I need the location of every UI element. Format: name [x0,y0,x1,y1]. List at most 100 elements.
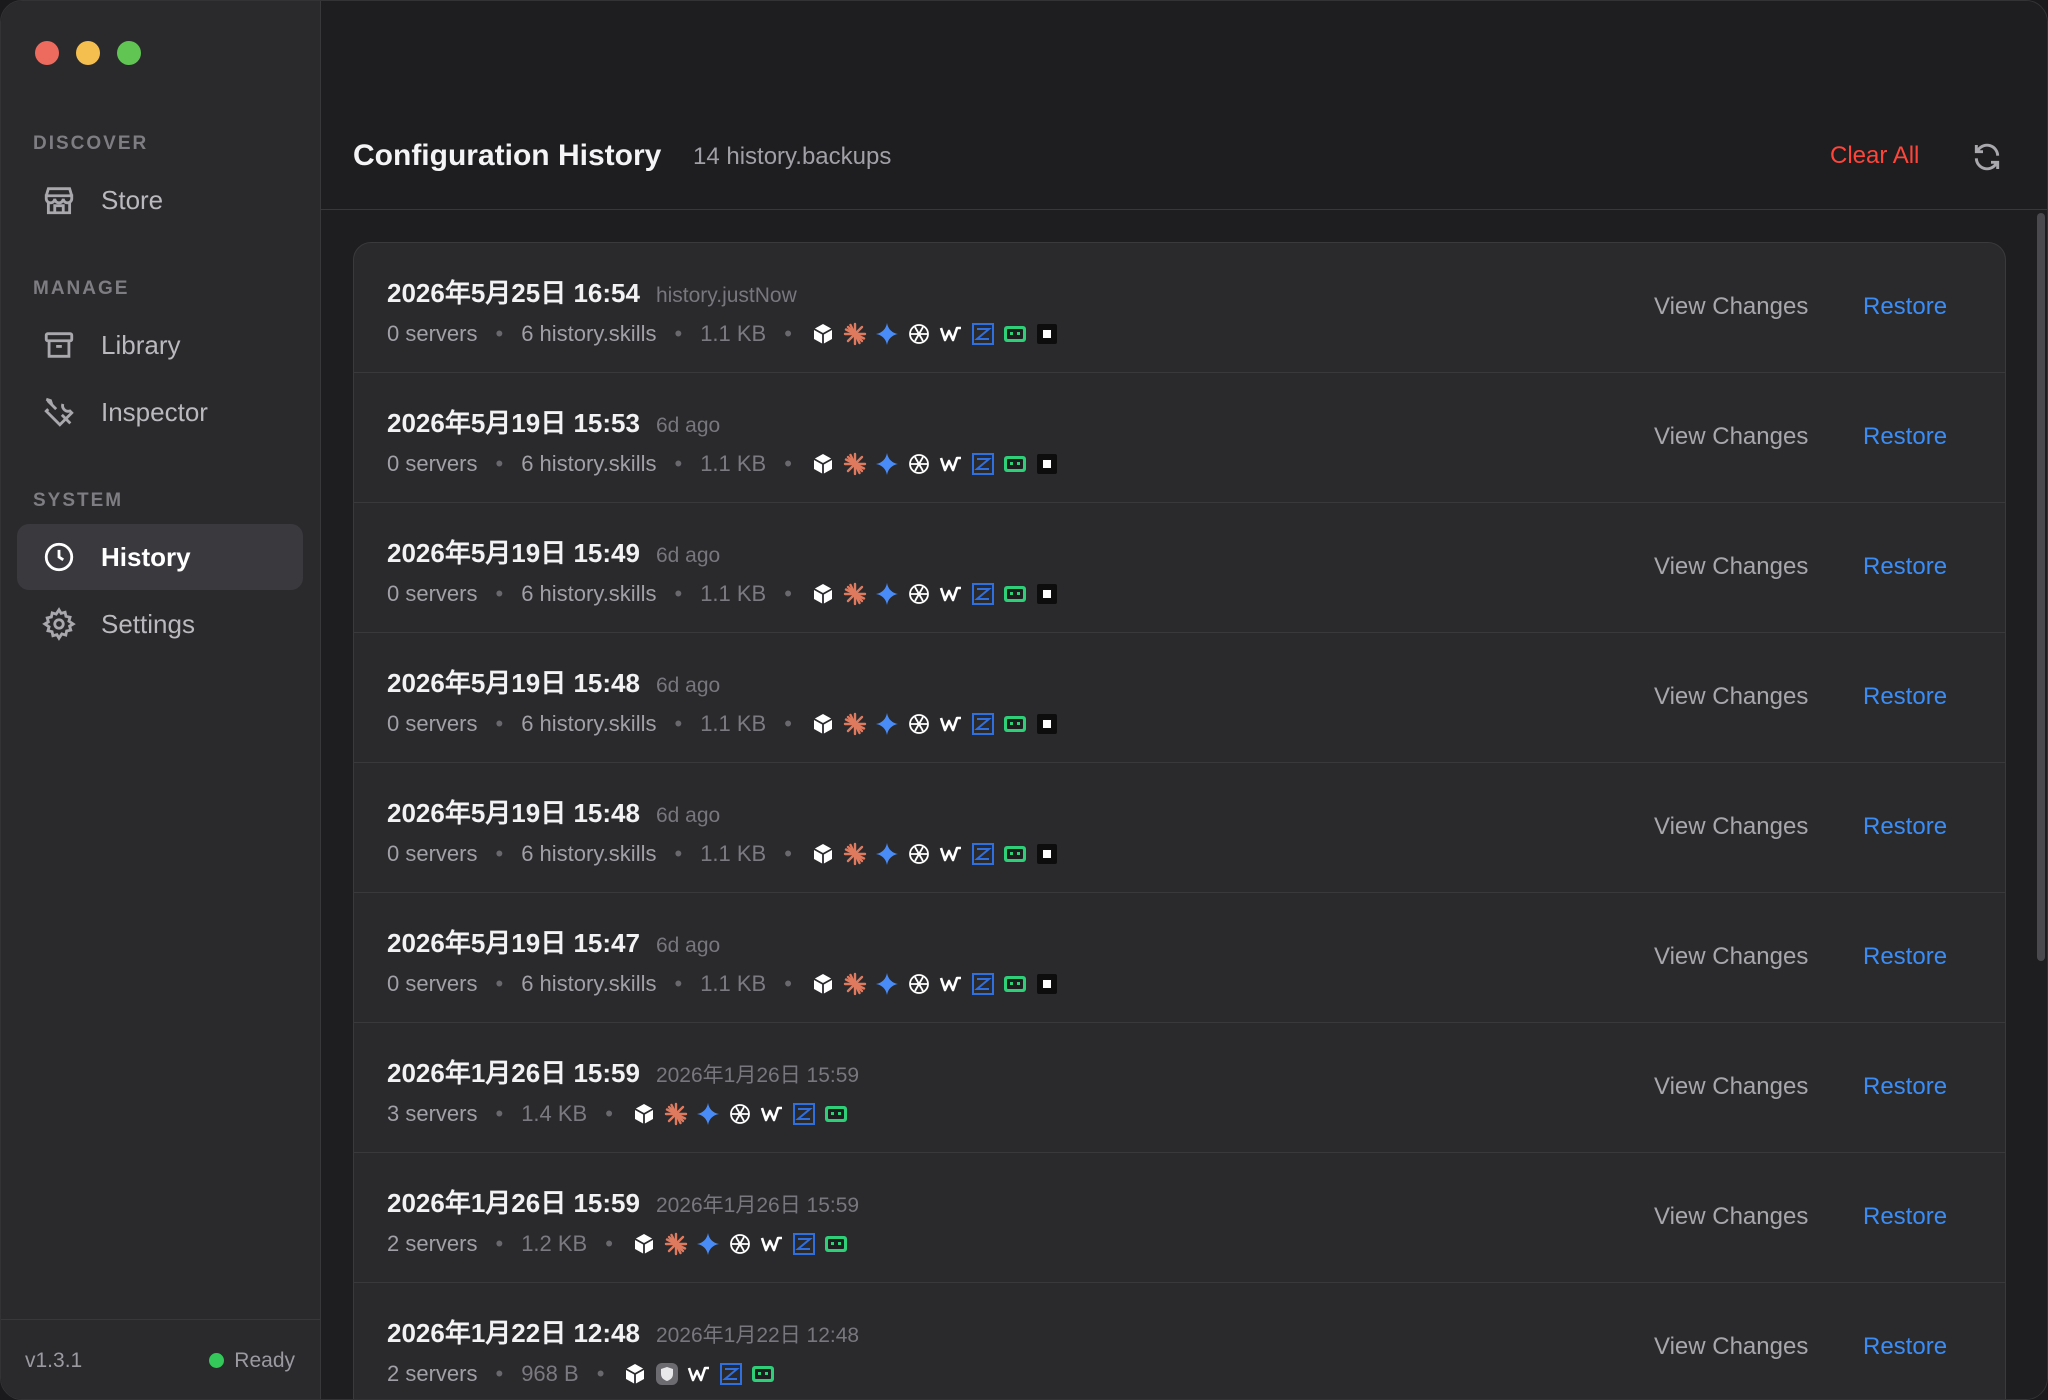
traffic-lights [35,41,141,65]
section-label-discover: DISCOVER [33,133,149,154]
refresh-icon [1974,143,2000,171]
restore-button[interactable]: Restore [1863,1333,1947,1361]
gemini-icon [874,451,900,477]
clear-all-button[interactable]: Clear All [1830,142,1919,170]
meta-separator: • [605,1101,613,1126]
copilot-icon [823,1231,849,1257]
skills-count-wrap: 6 history.skills • [521,711,700,737]
openai-icon [906,971,932,997]
backup-relative-time: 6d ago [655,934,721,957]
cube-icon [622,1361,648,1387]
client-icons [631,1231,849,1257]
view-changes-button[interactable]: View Changes [1654,813,1808,841]
copilot-icon [1002,711,1028,737]
backup-size: 1.4 KB [521,1101,588,1126]
claude-icon [842,451,868,477]
meta-separator: • [674,451,683,476]
openai-icon [906,321,932,347]
claude-icon [842,321,868,347]
restore-button[interactable]: Restore [1863,553,1947,581]
restore-button[interactable]: Restore [1863,1203,1947,1231]
view-changes-button[interactable]: View Changes [1654,293,1808,321]
restore-button[interactable]: Restore [1863,943,1947,971]
meta-separator: • [495,971,504,996]
sidebar-item-library[interactable]: Library [17,312,303,378]
windsurf-icon [938,581,964,607]
meta-separator: • [784,841,792,866]
history-row: 2026年5月19日 15:53 6d ago 0 servers • 6 his… [354,373,2005,503]
client-icons [631,1101,849,1127]
windsurf-icon [938,451,964,477]
history-row: 2026年5月19日 15:48 6d ago 0 servers • 6 his… [354,763,2005,893]
backup-date: 2026年5月19日 15:48 6d ago [387,793,720,830]
sidebar-item-settings[interactable]: Settings [17,591,303,657]
skills-count: 6 history.skills [521,321,657,346]
meta-separator: • [495,1361,504,1386]
gemini-icon [874,321,900,347]
server-count: 0 servers [387,321,478,346]
server-count: 0 servers [387,841,478,866]
backup-relative-time: 2026年1月22日 12:48 [655,1324,860,1347]
client-icons [810,711,1060,737]
history-row: 2026年1月26日 15:59 2026年1月26日 15:59 2 serve… [354,1153,2005,1283]
cube-icon [631,1231,657,1257]
minimize-window-button[interactable] [76,41,100,65]
client-icons [810,451,1060,477]
backup-date: 2026年5月25日 16:54 history.justNow [387,273,797,310]
scrollbar[interactable] [2037,213,2045,961]
skills-count-wrap: 6 history.skills • [521,321,700,347]
skills-count: 6 history.skills [521,581,657,606]
view-changes-button[interactable]: View Changes [1654,943,1808,971]
zed-icon [791,1231,817,1257]
restore-button[interactable]: Restore [1863,1073,1947,1101]
meta-separator: • [784,451,792,476]
view-changes-button[interactable]: View Changes [1654,1333,1808,1361]
backup-relative-time: 2026年1月26日 15:59 [655,1064,860,1087]
copilot-icon [823,1101,849,1127]
cube-icon [810,971,836,997]
backup-relative-time: history.justNow [655,284,797,307]
terminal-icon [1034,841,1060,867]
view-changes-button[interactable]: View Changes [1654,553,1808,581]
refresh-button[interactable] [1971,141,2003,173]
gemini-icon [874,711,900,737]
terminal-icon [1034,451,1060,477]
backup-meta: 2 servers • 968 B • [387,1359,776,1389]
meta-separator: • [674,711,683,736]
view-changes-button[interactable]: View Changes [1654,1203,1808,1231]
page-header: Configuration History 14 history.backups… [321,1,2047,210]
section-label-system: SYSTEM [33,490,124,511]
server-count: 2 servers [387,1361,478,1386]
meta-separator: • [784,321,792,346]
zoom-window-button[interactable] [117,41,141,65]
view-changes-button[interactable]: View Changes [1654,683,1808,711]
openai-icon [906,581,932,607]
skills-count-wrap: 6 history.skills • [521,971,700,997]
restore-button[interactable]: Restore [1863,293,1947,321]
meta-separator: • [495,321,504,346]
server-count: 2 servers [387,1231,478,1256]
backup-relative-time: 2026年1月26日 15:59 [655,1194,860,1217]
skills-count: 6 history.skills [521,711,657,736]
openai-icon [906,841,932,867]
backup-size: 1.1 KB [700,581,767,606]
restore-button[interactable]: Restore [1863,813,1947,841]
backup-date-text: 2026年5月19日 15:53 [387,408,640,438]
backup-relative-time: 6d ago [655,414,721,437]
view-changes-button[interactable]: View Changes [1654,1073,1808,1101]
history-list: 2026年5月25日 16:54 history.justNow 0 server… [353,242,2006,1399]
sidebar-item-history[interactable]: History [17,524,303,590]
sidebar-item-store[interactable]: Store [17,167,303,233]
copilot-icon [1002,321,1028,347]
sidebar-item-inspector[interactable]: Inspector [17,379,303,445]
server-count: 0 servers [387,451,478,476]
section-label-manage: MANAGE [33,278,130,299]
close-window-button[interactable] [35,41,59,65]
cube-icon [810,711,836,737]
restore-button[interactable]: Restore [1863,423,1947,451]
gemini-icon [695,1231,721,1257]
backup-meta: 2 servers • 1.2 KB • [387,1229,849,1259]
gemini-icon [874,841,900,867]
view-changes-button[interactable]: View Changes [1654,423,1808,451]
restore-button[interactable]: Restore [1863,683,1947,711]
